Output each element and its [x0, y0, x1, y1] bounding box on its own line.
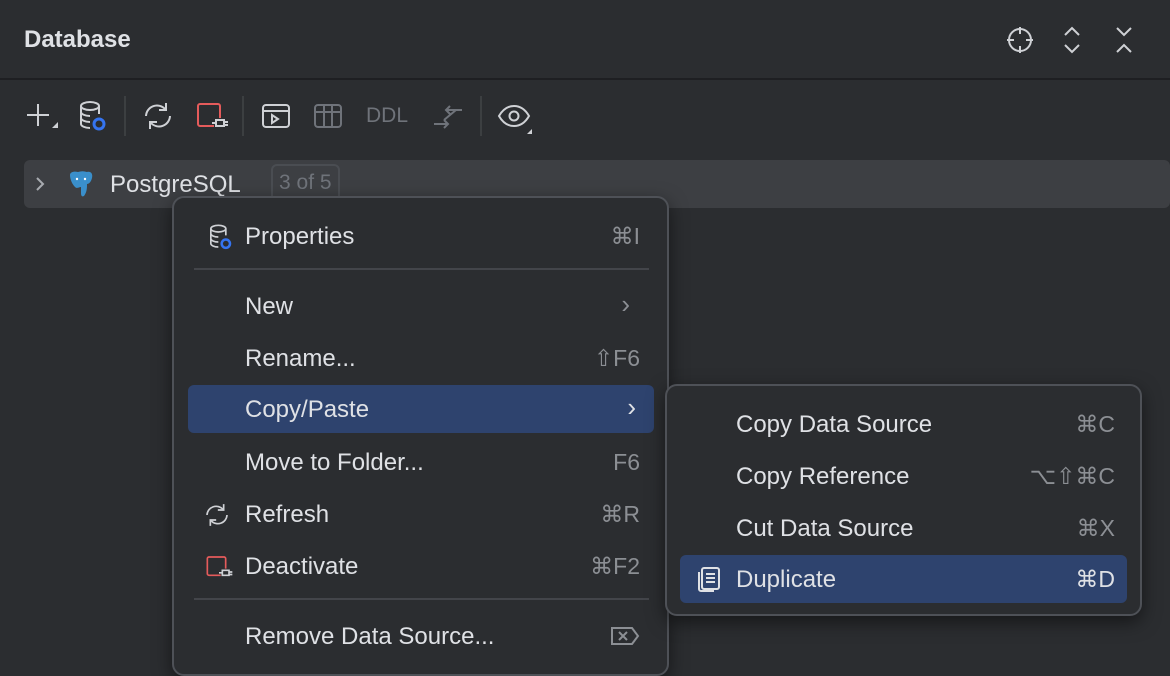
menu-item-copy-paste[interactable]: Copy/Paste › [188, 385, 654, 433]
tree-row-label: PostgreSQL [110, 171, 241, 199]
menu-item-label: Cut Data Source [736, 515, 913, 543]
locate-icon[interactable] [1004, 24, 1036, 56]
deactivate-icon [204, 552, 234, 582]
shortcut: ⌥⇧⌘C [1030, 463, 1115, 490]
postgresql-icon [66, 169, 96, 199]
menu-item-label: Deactivate [245, 553, 358, 581]
menu-item-rename[interactable]: Rename... ⇧F6 [188, 334, 648, 382]
shortcut: ⌘I [611, 223, 640, 250]
context-menu: Properties ⌘I New › Rename... ⇧F6 Copy/P… [172, 196, 669, 676]
ddl-button: DDL [366, 104, 408, 128]
menu-item-move-to-folder[interactable]: Move to Folder... F6 [188, 438, 648, 486]
collapse-icon[interactable] [1108, 24, 1140, 56]
menu-item-label: Copy Reference [736, 463, 909, 491]
menu-item-label: New [245, 293, 293, 321]
menu-item-deactivate[interactable]: Deactivate ⌘F2 [188, 542, 648, 590]
menu-item-label: Rename... [245, 345, 356, 373]
toolbar-separator [242, 96, 244, 136]
duplicate-icon [694, 564, 724, 594]
shortcut: ⌘F2 [590, 553, 640, 580]
table-icon [310, 98, 346, 134]
shortcut: ⌘C [1075, 411, 1115, 438]
submenu-item-cut-data-source[interactable]: Cut Data Source ⌘X [680, 504, 1127, 552]
refresh-icon[interactable] [140, 98, 176, 134]
refresh-icon [202, 500, 232, 530]
expand-icon[interactable] [1056, 24, 1088, 56]
menu-separator [194, 268, 649, 270]
shortcut: ⌘R [600, 501, 640, 528]
menu-item-remove-data-source[interactable]: Remove Data Source... [188, 612, 648, 660]
menu-item-label: Refresh [245, 501, 329, 529]
query-console-icon[interactable] [258, 98, 294, 134]
data-source-properties-icon[interactable] [74, 98, 110, 134]
menu-item-label: Properties [245, 223, 354, 251]
backspace-key-icon [610, 624, 640, 648]
chevron-right-icon: › [621, 289, 630, 320]
shortcut: F6 [613, 449, 640, 476]
deactivate-icon[interactable] [194, 98, 230, 134]
submenu-item-copy-reference[interactable]: Copy Reference ⌥⇧⌘C [680, 452, 1127, 500]
tool-window-title: Database [24, 26, 131, 54]
menu-item-properties[interactable]: Properties ⌘I [188, 212, 648, 260]
menu-item-new[interactable]: New › [188, 282, 648, 330]
chevron-right-icon[interactable] [30, 174, 50, 194]
toolbar-separator [124, 96, 126, 136]
shortcut: ⌘X [1077, 515, 1115, 542]
tool-window-header [0, 0, 1170, 80]
chevron-right-icon: › [627, 392, 636, 423]
menu-item-label: Copy Data Source [736, 411, 932, 439]
compare-icon [430, 98, 466, 134]
menu-item-label: Move to Folder... [245, 449, 424, 477]
menu-item-label: Copy/Paste [245, 396, 369, 424]
data-source-properties-icon [205, 222, 235, 252]
menu-item-label: Remove Data Source... [245, 623, 494, 651]
copy-paste-submenu: Copy Data Source ⌘C Copy Reference ⌥⇧⌘C … [665, 384, 1142, 616]
menu-item-refresh[interactable]: Refresh ⌘R [188, 490, 648, 538]
menu-item-label: Duplicate [736, 566, 836, 594]
submenu-item-duplicate[interactable]: Duplicate ⌘D [680, 555, 1127, 603]
add-icon[interactable] [22, 98, 58, 134]
submenu-item-copy-data-source[interactable]: Copy Data Source ⌘C [680, 400, 1127, 448]
shortcut: ⌘D [1075, 566, 1115, 593]
view-options-icon[interactable] [496, 98, 532, 134]
toolbar-separator [480, 96, 482, 136]
menu-separator [194, 598, 649, 600]
shortcut: ⇧F6 [594, 345, 640, 372]
